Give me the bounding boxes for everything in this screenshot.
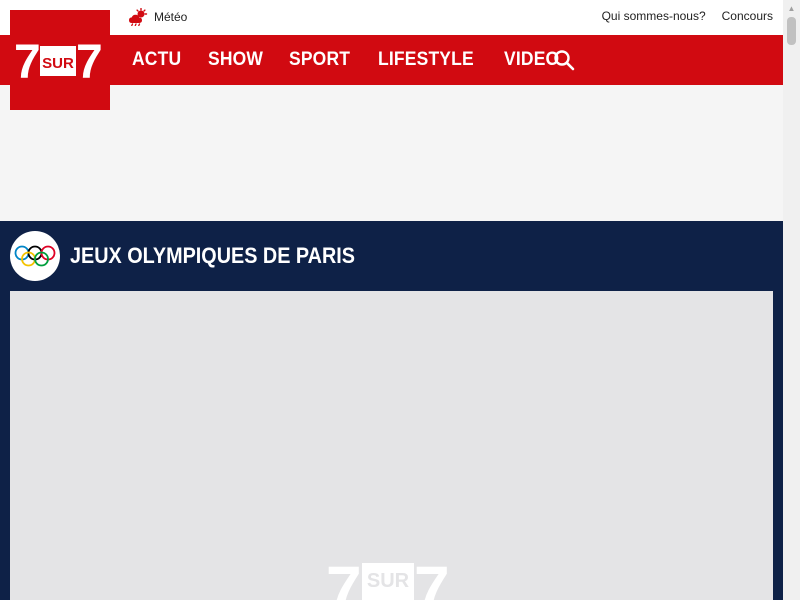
- logo-left-digit: 7: [14, 36, 41, 89]
- top-utility-bar: Météo Qui sommes-nous? Concours: [0, 0, 783, 35]
- logo-right-digit: 7: [76, 36, 103, 89]
- vertical-scrollbar[interactable]: ▲: [783, 0, 800, 600]
- nav-item-actu[interactable]: ACTU: [132, 49, 181, 71]
- nav-item-sport[interactable]: SPORT: [289, 49, 350, 71]
- logo-middle-text: SUR: [42, 55, 74, 72]
- about-link[interactable]: Qui sommes-nous?: [602, 9, 706, 23]
- scroll-thumb[interactable]: [787, 17, 796, 45]
- meteo-link[interactable]: Météo: [128, 7, 187, 27]
- olympic-badge: [10, 231, 60, 281]
- scroll-up-arrow-icon[interactable]: ▲: [783, 0, 800, 17]
- olympics-section: JEUX OLYMPIQUES DE PARIS 7 SUR 7: [0, 221, 783, 600]
- site-logo[interactable]: 7 SUR 7: [10, 10, 110, 110]
- main-nav: ACTU SHOW SPORT LIFESTYLE VIDEO: [0, 35, 783, 85]
- section-title: JEUX OLYMPIQUES DE PARIS: [70, 243, 355, 268]
- nav-item-lifestyle[interactable]: LIFESTYLE: [378, 49, 474, 71]
- cloud-sun-icon: [129, 8, 148, 26]
- top-links: Qui sommes-nous? Concours: [602, 9, 773, 23]
- media-placeholder[interactable]: 7 SUR 7: [10, 291, 773, 600]
- nav-item-show[interactable]: SHOW: [208, 49, 263, 71]
- contests-link[interactable]: Concours: [722, 9, 773, 23]
- olympic-rings-icon: [14, 245, 56, 267]
- placeholder-logo: 7 SUR 7: [326, 553, 450, 600]
- section-header[interactable]: JEUX OLYMPIQUES DE PARIS: [10, 231, 387, 281]
- meteo-label: Météo: [154, 10, 188, 24]
- nav-items: ACTU SHOW SPORT LIFESTYLE VIDEO: [132, 35, 586, 85]
- page: Météo Qui sommes-nous? Concours ACTU SHO…: [0, 0, 783, 600]
- placeholder-right-digit: 7: [414, 553, 450, 600]
- search-icon[interactable]: [553, 49, 575, 71]
- ad-slot: [0, 85, 783, 221]
- nav-item-video[interactable]: VIDEO: [504, 49, 559, 71]
- placeholder-left-digit: 7: [326, 553, 362, 600]
- placeholder-middle-text: SUR: [367, 570, 410, 592]
